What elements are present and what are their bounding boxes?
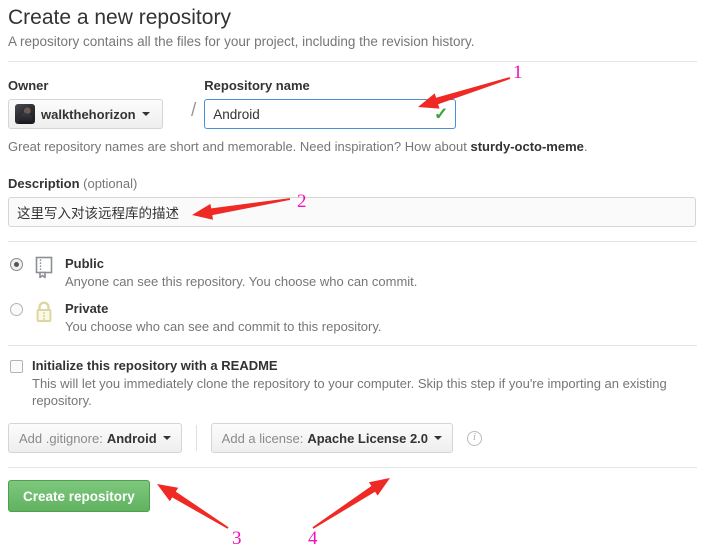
visibility-public-desc: Anyone can see this repository. You choo… <box>65 274 418 289</box>
divider-bottom <box>8 467 697 468</box>
info-circle-icon[interactable]: i <box>467 430 483 446</box>
readme-title: Initialize this repository with a README <box>32 358 278 373</box>
page-subtitle: A repository contains all the files for … <box>8 34 475 49</box>
caret-down-icon <box>162 436 171 440</box>
visibility-options: Public Anyone can see this repository. Y… <box>8 255 697 335</box>
gitignore-prefix: Add .gitignore: <box>19 430 103 446</box>
visibility-private-desc: You choose who can see and commit to thi… <box>65 319 382 334</box>
owner-name: walkthehorizon <box>41 106 136 122</box>
hint-prefix: Great repository names are short and mem… <box>8 139 471 154</box>
repo-book-icon <box>33 255 59 285</box>
description-input[interactable] <box>8 197 696 227</box>
description-field: Description (optional) <box>8 176 697 227</box>
submit-section: Create repository <box>8 480 697 512</box>
gitignore-value: Android <box>106 430 157 446</box>
user-avatar <box>15 104 35 124</box>
hint-suggestion[interactable]: sturdy-octo-meme <box>470 139 583 154</box>
description-optional-text: (optional) <box>83 176 138 191</box>
create-repository-page: Create a new repository A repository con… <box>0 6 705 548</box>
owner-label: Owner <box>8 78 49 93</box>
visibility-option-private[interactable]: Private You choose who can see and commi… <box>8 300 697 335</box>
page-title: Create a new repository <box>8 6 231 29</box>
selector-separator <box>195 425 197 451</box>
caret-down-icon <box>141 112 150 116</box>
readme-description: This will let you immediately clone the … <box>32 376 667 408</box>
description-label-text: Description <box>8 176 80 191</box>
visibility-private-text: Private You choose who can see and commi… <box>65 300 382 335</box>
owner-field: Owner walkthehorizon <box>8 78 183 129</box>
divider-header <box>8 61 697 62</box>
hint-suffix: . <box>583 139 588 154</box>
check-icon: ✓ <box>434 104 449 124</box>
owner-dropdown[interactable]: walkthehorizon <box>8 99 163 129</box>
description-label: Description (optional) <box>8 176 697 191</box>
repository-name-input[interactable] <box>204 99 457 129</box>
repository-name-label: Repository name <box>204 78 310 93</box>
lock-icon <box>33 300 59 330</box>
visibility-private-title: Private <box>65 301 109 316</box>
license-value: Apache License 2.0 <box>307 430 429 446</box>
radio-public[interactable] <box>10 258 23 271</box>
owner-name-separator: / <box>191 100 197 121</box>
owner-and-name-row: Owner walkthehorizon / Repository name ✓ <box>8 78 697 129</box>
visibility-public-text: Public Anyone can see this repository. Y… <box>65 255 417 290</box>
template-selectors-row: Add .gitignore: Android Add a license: A… <box>8 423 697 453</box>
divider-visibility <box>8 345 697 346</box>
readme-checkbox[interactable] <box>10 360 23 373</box>
repository-name-input-wrap: ✓ <box>204 99 457 129</box>
readme-row[interactable]: Initialize this repository with a README <box>8 358 697 374</box>
visibility-public-title: Public <box>65 256 105 271</box>
license-dropdown[interactable]: Add a license: Apache License 2.0 <box>210 423 454 453</box>
divider-description <box>8 241 697 242</box>
repository-name-field: Repository name ✓ <box>204 78 457 129</box>
caret-down-icon <box>434 436 443 440</box>
repository-name-hint: Great repository names are short and mem… <box>8 138 697 156</box>
readme-option: Initialize this repository with a README… <box>8 358 697 409</box>
create-repository-button[interactable]: Create repository <box>8 480 150 512</box>
radio-private[interactable] <box>10 303 23 316</box>
gitignore-dropdown[interactable]: Add .gitignore: Android <box>8 423 182 453</box>
visibility-option-public[interactable]: Public Anyone can see this repository. Y… <box>8 255 697 290</box>
license-prefix: Add a license: <box>221 430 304 446</box>
